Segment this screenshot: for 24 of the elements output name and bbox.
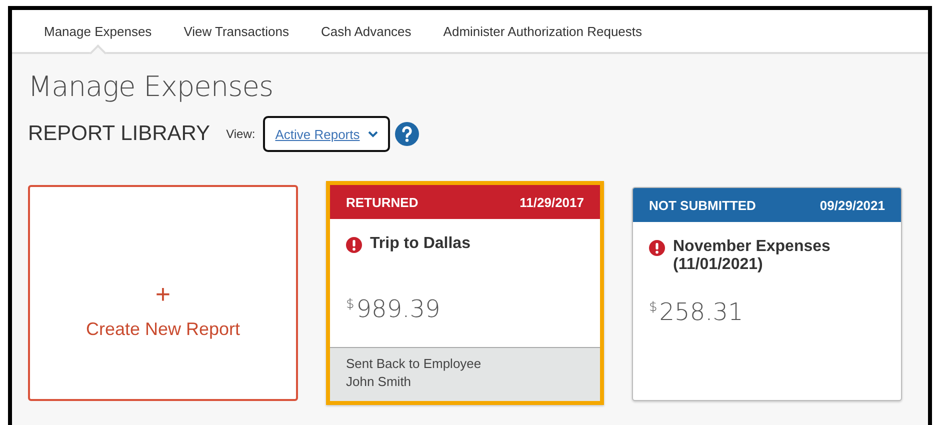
report-name: November Expenses (11/01/2021) bbox=[673, 238, 832, 274]
status-text: RETURNED bbox=[346, 194, 418, 210]
help-icon[interactable] bbox=[394, 122, 419, 146]
section-heading: REPORT LIBRARY bbox=[28, 122, 210, 146]
report-amount: $^{$}$989.39 bbox=[346, 295, 442, 323]
footer-text: Sent Back to Employee bbox=[346, 356, 482, 371]
chevron-icon bbox=[368, 130, 378, 138]
page-title: Manage Expenses bbox=[28, 70, 274, 103]
nav-tab[interactable]: View Transactions bbox=[174, 10, 299, 52]
view-label: View: bbox=[226, 127, 256, 141]
report-date: 11/29/2017 bbox=[520, 194, 584, 210]
create-label: Create New Report bbox=[86, 319, 240, 340]
view-dropdown[interactable]: Active Reports bbox=[263, 116, 390, 152]
create-report-card[interactable]: + Create New Report bbox=[28, 185, 298, 401]
report-name: Trip to Dallas bbox=[370, 235, 470, 253]
report-amount: $^{$}$258.31 bbox=[649, 298, 744, 326]
report-card[interactable]: RETURNED 11/29/2017 Trip to Dallas $^{$}$989.39 Sent Back to Employee John Smith bbox=[326, 181, 604, 405]
nav-tab[interactable]: Administer Authorization Requests bbox=[433, 10, 652, 52]
report-date: 09/29/2021 bbox=[820, 198, 885, 212]
nav-tab[interactable]: Cash Advances bbox=[310, 10, 422, 52]
footer-text: John Smith bbox=[346, 374, 412, 389]
status-text: NOT SUBMITTED bbox=[649, 198, 756, 212]
report-card[interactable]: NOT SUBMITTED 09/29/2021 November Expenses (11/01/2021) $^{$}$258.31 bbox=[632, 187, 902, 401]
plus-icon: + bbox=[155, 281, 171, 307]
